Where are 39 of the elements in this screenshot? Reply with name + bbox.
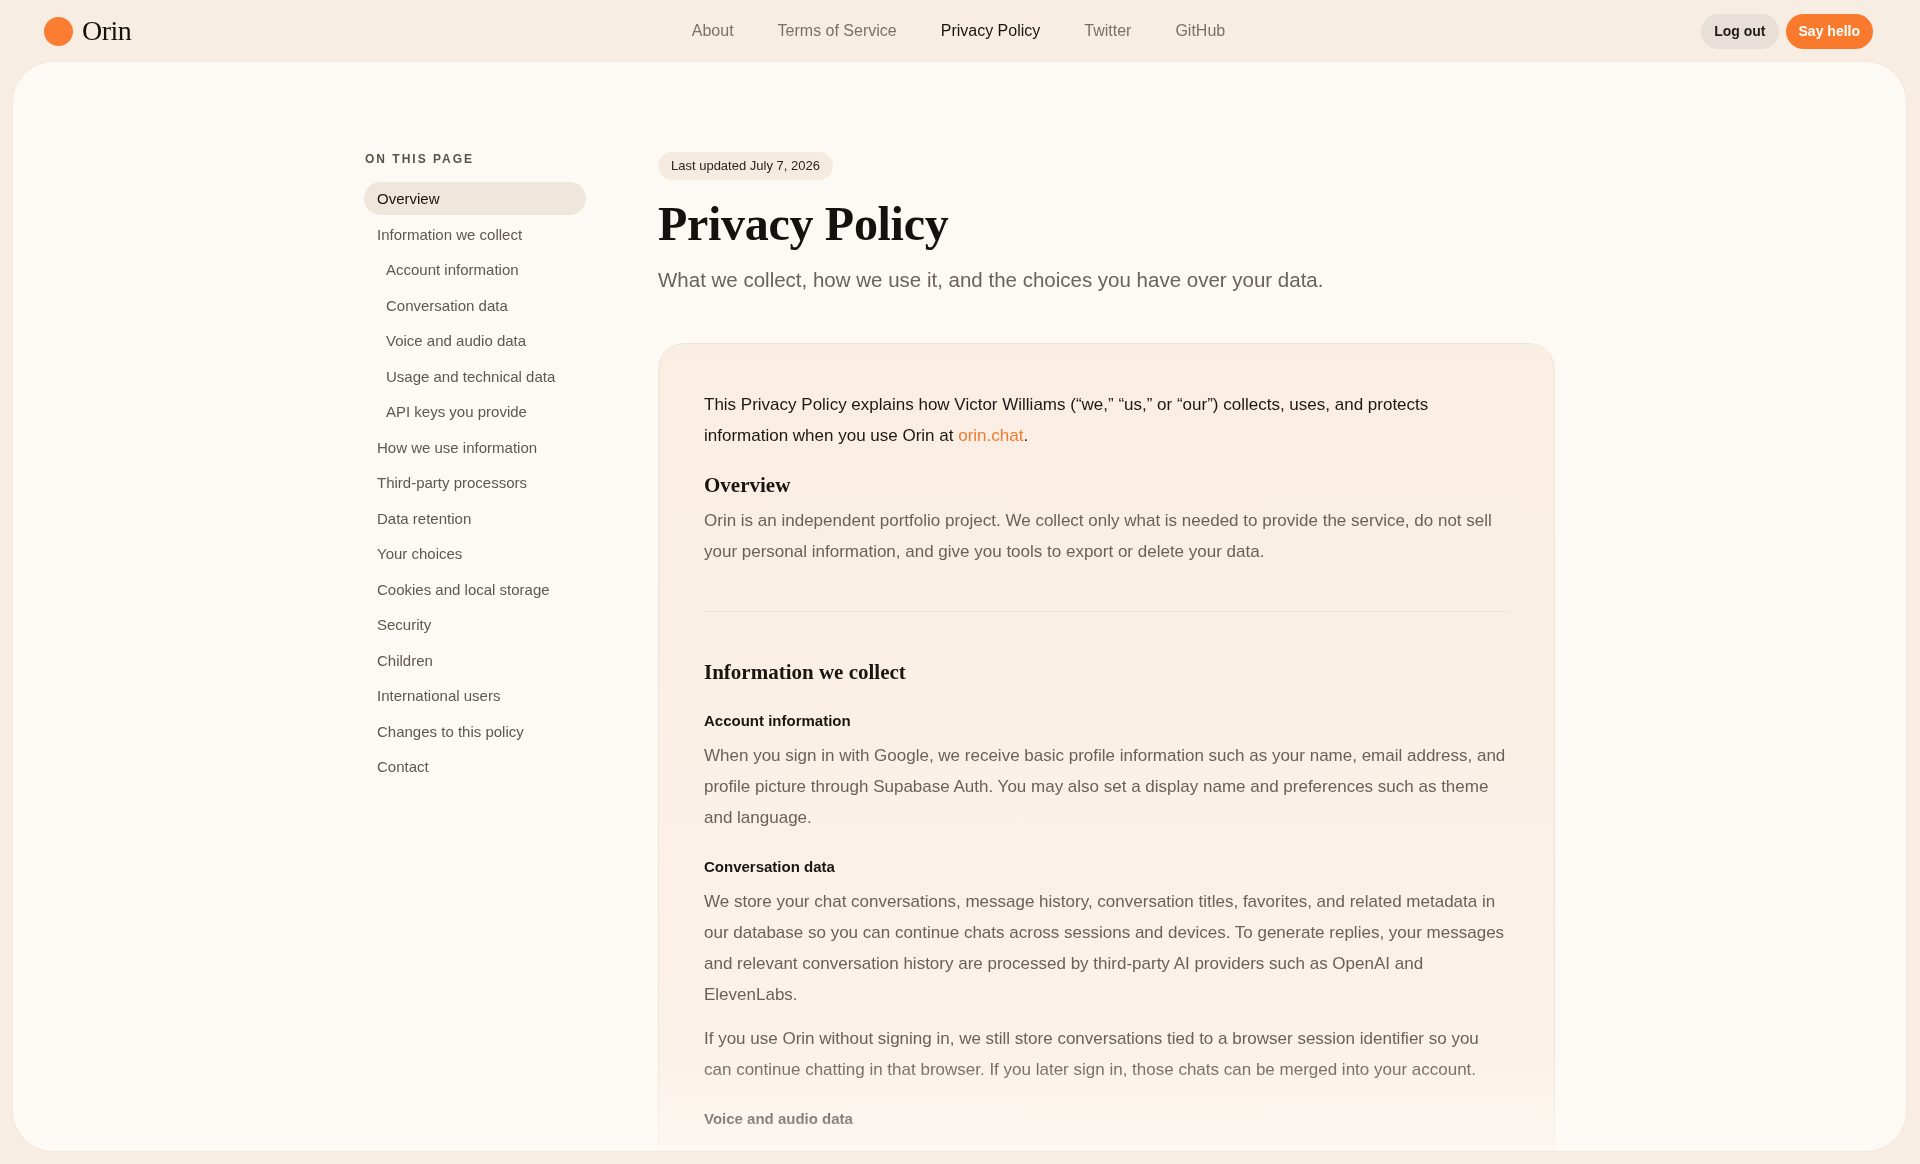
toc-link[interactable]: Children <box>364 643 586 677</box>
intro-paragraph: This Privacy Policy explains how Victor Williams (“we,” “us,” or “our”) collects, uses, and protects information when you use Orin at orin.chat. <box>704 393 1430 447</box>
subsection-heading: Voice and audio data <box>704 1108 854 1129</box>
toc-link[interactable]: Contact <box>364 750 586 783</box>
toc-link[interactable]: Information we collect <box>364 217 586 251</box>
toc-link[interactable]: Voice and audio data <box>373 324 586 357</box>
body-paragraph: We store your chat conversations, message history, conversation titles, favorites, and related metadata in our database so you can continue chats across sessions and devices. To generate replies, your messages and relevant conversation history are processed by third-party AI providers such as OpenAI and ElevenLabs. <box>704 891 1506 1006</box>
toc-heading: ON THIS PAGE <box>365 152 476 166</box>
toc-link[interactable]: Cookies and local storage <box>364 572 586 606</box>
body-paragraph: Orin is an independent portfolio project. We collect only what is needed to provide the service, do not sell your personal information, and give you tools to export or delete your data. <box>704 509 1493 563</box>
subsection-heading: Conversation data <box>704 856 836 877</box>
toc-link[interactable]: Conversation data <box>373 288 586 322</box>
toc-link[interactable]: Data retention <box>364 501 586 535</box>
nav-link[interactable]: GitHub <box>1175 21 1226 41</box>
toc-link[interactable]: Account information <box>373 253 586 286</box>
body-paragraph: If you use Orin without signing in, we still store conversations tied to a browser session identifier so you can continue chatting in that browser. If you later sign in, those chats can be merged into your account. <box>704 1028 1480 1081</box>
nav-link[interactable]: About <box>691 21 734 41</box>
nav-link[interactable]: Terms of Service <box>777 21 897 41</box>
page-subtitle: What we collect, how we use it, and the choices you have over your data. <box>658 267 1325 293</box>
nav-link[interactable]: Twitter <box>1084 21 1132 41</box>
toc-link[interactable]: How we use information <box>364 430 586 464</box>
updated-date-badge: Last updated July 7, 2026 <box>658 152 833 180</box>
toc-link[interactable]: Usage and technical data <box>373 359 586 393</box>
page-title: Privacy Policy <box>658 196 950 252</box>
toc-link[interactable]: API keys you provide <box>373 395 586 428</box>
nav-link[interactable]: Privacy Policy <box>940 21 1041 41</box>
toc-link[interactable]: Overview <box>364 182 586 215</box>
body-paragraph: When you sign in with Google, we receive basic profile information such as your name, email address, and profile picture through Supabase Auth. You may also set a display name and preferences such as theme and language. <box>704 745 1507 829</box>
section-heading: Information we collect <box>704 658 907 686</box>
toc-link[interactable]: Third-party processors <box>364 466 586 499</box>
toc-link[interactable]: Security <box>364 608 586 641</box>
logo-icon[interactable] <box>44 16 73 46</box>
section-heading: Overview <box>704 471 792 499</box>
toc-link[interactable]: Changes to this policy <box>364 714 586 748</box>
brand-name[interactable]: Orin <box>82 17 132 45</box>
toc-link[interactable]: International users <box>364 679 586 712</box>
toc-link[interactable]: Your choices <box>364 537 586 570</box>
subsection-heading: Account information <box>704 710 852 731</box>
secondary-button[interactable]: Log out <box>1701 13 1779 49</box>
